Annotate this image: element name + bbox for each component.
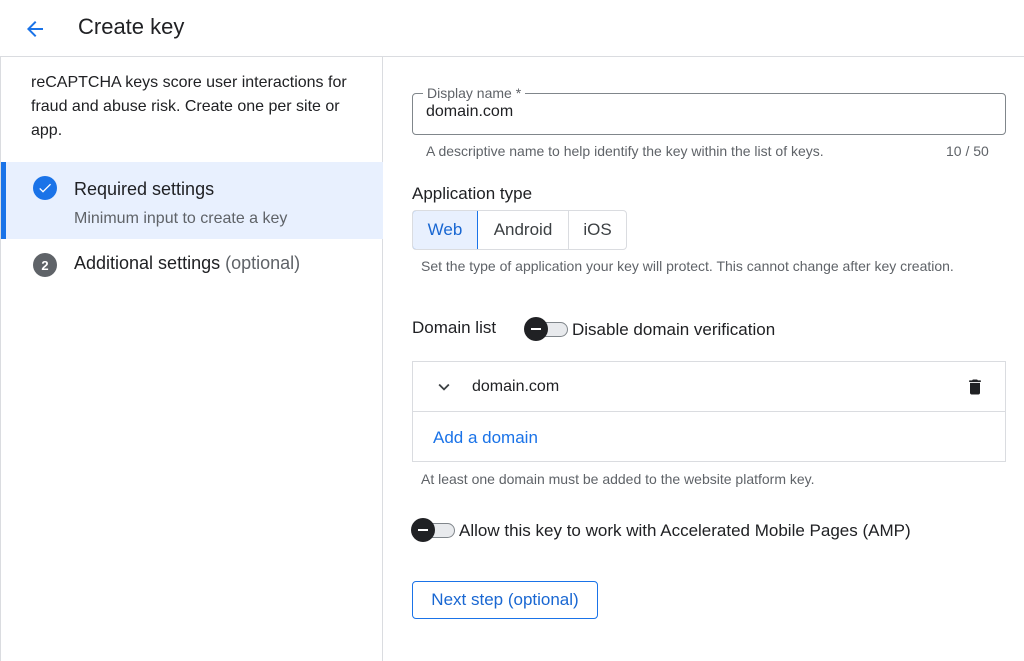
- domain-entry-text: domain.com: [472, 378, 560, 395]
- list-item: domain.com: [413, 362, 1005, 412]
- app-type-web[interactable]: Web: [413, 211, 478, 249]
- disable-domain-verification-label: Disable domain verification: [572, 320, 776, 339]
- add-domain-button[interactable]: Add a domain: [433, 428, 538, 448]
- domain-list-hint: At least one domain must be added to the…: [421, 471, 815, 487]
- trash-icon[interactable]: [965, 377, 985, 397]
- application-type-title: Application type: [412, 184, 533, 203]
- sidebar-description: reCAPTCHA keys score user interactions f…: [31, 74, 347, 139]
- arrow-back-icon: [27, 21, 43, 37]
- toggle-thumb: [411, 518, 435, 542]
- step-title: Additional settings (optional): [74, 253, 300, 274]
- application-type-toggle-group: Web Android iOS: [412, 210, 627, 250]
- domain-list-title: Domain list: [412, 318, 497, 337]
- step-required-settings[interactable]: Required settings Minimum input to creat…: [1, 162, 383, 239]
- step-title-text: Additional settings: [74, 253, 221, 273]
- amp-toggle[interactable]: [411, 518, 457, 542]
- sidebar: reCAPTCHA keys score user interactions f…: [0, 57, 383, 661]
- step-subtitle: Minimum input to create a key: [74, 210, 288, 227]
- next-step-button[interactable]: Next step (optional): [412, 581, 598, 619]
- display-name-hint: A descriptive name to help identify the …: [426, 143, 824, 159]
- toggle-thumb: [524, 317, 548, 341]
- domain-list-box: domain.com Add a domain: [412, 361, 1006, 462]
- page-title: Create key: [78, 14, 185, 39]
- check-circle-icon: [33, 176, 57, 200]
- header: Create key: [0, 0, 1024, 57]
- step-additional-settings[interactable]: 2 Additional settings (optional): [1, 247, 383, 287]
- back-button[interactable]: [18, 12, 52, 46]
- disable-domain-verification-toggle[interactable]: [524, 317, 570, 341]
- step-optional-label: (optional): [225, 253, 301, 273]
- display-name-field[interactable]: Display name *: [412, 85, 1006, 135]
- app-type-ios[interactable]: iOS: [569, 211, 626, 249]
- app-type-android[interactable]: Android: [478, 211, 569, 249]
- step-title: Required settings: [74, 179, 215, 199]
- amp-toggle-label: Allow this key to work with Accelerated …: [459, 521, 911, 540]
- display-name-input[interactable]: [426, 103, 986, 121]
- display-name-label: Display name *: [423, 85, 526, 101]
- step-number-badge: 2: [33, 253, 57, 277]
- chevron-down-icon[interactable]: [433, 376, 455, 398]
- display-name-counter: 10 / 50: [946, 143, 989, 159]
- application-type-hint: Set the type of application your key wil…: [421, 258, 954, 274]
